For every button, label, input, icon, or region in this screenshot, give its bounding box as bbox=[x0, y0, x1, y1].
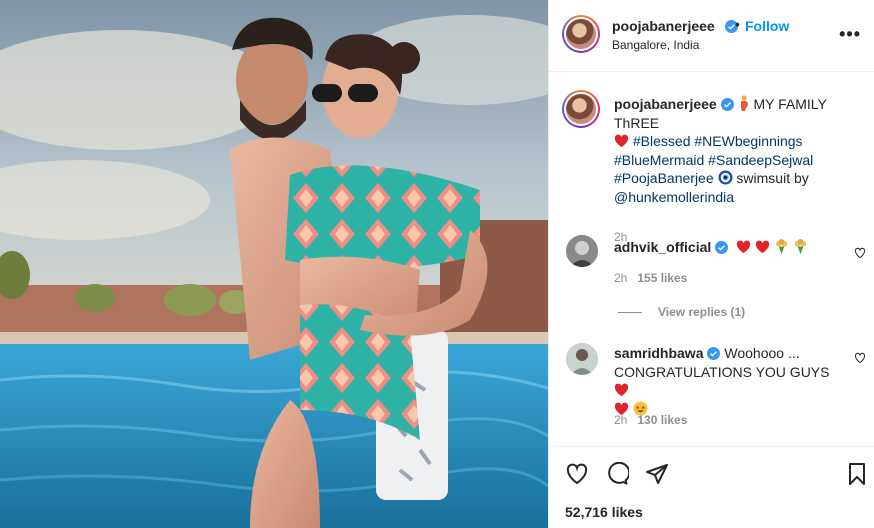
comment-item: adhvik_official bbox=[614, 238, 839, 257]
comment-timestamp[interactable]: 2h bbox=[614, 413, 627, 427]
comment-likes[interactable]: 130 likes bbox=[637, 413, 687, 427]
comment-text-b: CONGRATULATIONS YOU GUYS bbox=[614, 363, 830, 380]
hashtag-newbeginnings[interactable]: #NEWbeginnings bbox=[694, 133, 802, 149]
separator-dot: • bbox=[735, 16, 740, 32]
comment-meta: 2h 155 likes bbox=[614, 271, 687, 285]
bouquet-emoji-icon bbox=[775, 239, 788, 254]
follow-button[interactable]: Follow bbox=[745, 18, 789, 34]
comment-item: samridhbawa Woohooo ... CONGRATULATIONS … bbox=[614, 344, 839, 418]
commenter-avatar[interactable] bbox=[566, 235, 598, 267]
comment-likes[interactable]: 155 likes bbox=[637, 271, 687, 285]
verified-badge-icon bbox=[707, 347, 721, 360]
pregnant-woman-emoji-icon bbox=[740, 95, 748, 111]
post-photo[interactable] bbox=[0, 0, 548, 528]
comment-meta: 2h 130 likes bbox=[614, 413, 687, 427]
verified-badge-icon bbox=[715, 241, 729, 254]
view-replies-button[interactable]: View replies (1) bbox=[618, 305, 745, 319]
heart-icon[interactable] bbox=[565, 462, 589, 486]
post-header: poojabanerjeee • Follow Bangalore, India… bbox=[549, 0, 874, 72]
mention-hunkemollerindia[interactable]: @hunkemollerindia bbox=[614, 189, 734, 205]
comment-username[interactable]: samridhbawa bbox=[614, 345, 703, 361]
comment-text-a: Woohooo ... bbox=[724, 345, 800, 361]
caption-author-avatar[interactable] bbox=[562, 90, 600, 128]
nazar-amulet-emoji-icon bbox=[718, 170, 733, 185]
hashtag-poojabanerjee[interactable]: #PoojaBanerjee bbox=[614, 170, 714, 186]
post-caption: poojabanerjeee MY FAMILY ThREE #Blessed … bbox=[614, 95, 864, 247]
hashtag-sandeepsejwal[interactable]: #SandeepSejwal bbox=[708, 152, 813, 168]
post-photo-illustration bbox=[0, 0, 548, 528]
comment-timestamp[interactable]: 2h bbox=[614, 271, 627, 285]
more-options-icon[interactable]: ••• bbox=[839, 24, 861, 45]
comment-icon[interactable] bbox=[605, 462, 629, 486]
post-actions-bar: 52,716 likes bbox=[549, 446, 874, 528]
caption-username[interactable]: poojabanerjeee bbox=[614, 96, 717, 112]
bouquet-emoji-icon bbox=[794, 239, 806, 254]
red-heart-emoji-icon bbox=[614, 383, 629, 397]
post-location[interactable]: Bangalore, India bbox=[612, 38, 699, 52]
bookmark-icon[interactable] bbox=[845, 462, 869, 486]
red-heart-emoji-icon bbox=[755, 240, 770, 254]
share-icon[interactable] bbox=[645, 462, 669, 486]
comment-username[interactable]: adhvik_official bbox=[614, 239, 711, 255]
caption-text-swimsuit: swimsuit by bbox=[736, 170, 809, 186]
red-heart-emoji-icon bbox=[614, 134, 629, 148]
post-likes-count[interactable]: 52,716 likes bbox=[565, 504, 643, 520]
hashtag-bluemermaid[interactable]: #BlueMermaid bbox=[614, 152, 704, 168]
red-heart-emoji-icon bbox=[737, 240, 751, 254]
comment-like-heart-icon[interactable] bbox=[854, 352, 866, 364]
commenter-avatar[interactable] bbox=[566, 343, 598, 375]
hashtag-blessed[interactable]: #Blessed bbox=[633, 133, 691, 149]
verified-badge-icon bbox=[720, 98, 734, 111]
author-avatar[interactable] bbox=[562, 15, 600, 53]
comment-like-heart-icon[interactable] bbox=[854, 247, 866, 259]
author-username[interactable]: poojabanerjeee bbox=[612, 18, 715, 34]
post-details-panel: poojabanerjeee • Follow Bangalore, India… bbox=[548, 0, 874, 528]
